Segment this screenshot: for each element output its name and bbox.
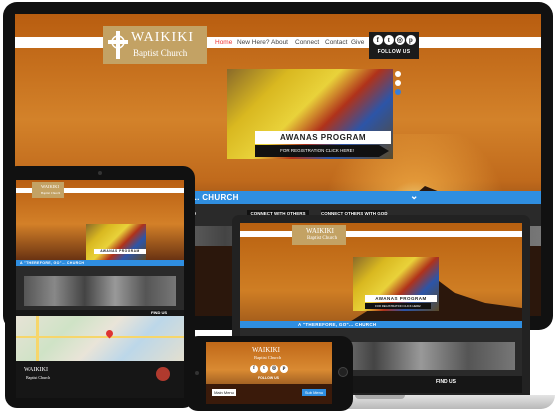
sub-menu-button[interactable]: Sub Menu	[302, 389, 326, 396]
phone-follow-us: FOLLOW US	[258, 376, 279, 380]
map-road	[36, 316, 39, 361]
laptop-notch	[355, 395, 405, 399]
nav-about[interactable]: About	[271, 39, 288, 46]
tablet-find-us[interactable]: FIND US	[151, 310, 167, 315]
tablet: WAIKIKI Baptist Church AWANAS PROGRAM A …	[5, 166, 195, 408]
laptop-hero-subtitle[interactable]: FOR REGISTRATION CLICK HERE!	[365, 303, 431, 309]
phone-brand-bottom: Baptist Church	[254, 355, 282, 360]
slider-dot-1[interactable]	[395, 71, 401, 77]
brand-name-top: WAIKIKI	[131, 30, 194, 45]
tablet-footer: WAIKIKI Baptist Church	[16, 361, 184, 398]
hero-banner-image[interactable]: AWANAS PROGRAM FOR REGISTRATION CLICK HE…	[227, 69, 393, 159]
twitter-icon[interactable]: t	[384, 35, 394, 45]
hero-title[interactable]: AWANAS PROGRAM	[255, 131, 391, 144]
phone: WAIKIKI Baptist Church f t ◎ p FOLLOW US…	[186, 336, 353, 411]
tablet-camera	[98, 171, 102, 175]
follow-us-block: f t ◎ p FOLLOW US	[369, 32, 419, 59]
phone-brand-logo[interactable]: WAIKIKI Baptist Church	[244, 346, 294, 366]
laptop-brand-bottom: Baptist Church	[307, 236, 338, 241]
phone-home-button[interactable]	[338, 367, 348, 377]
main-menu-button[interactable]: Main Menu	[212, 389, 236, 396]
tablet-hero-title[interactable]: AWANAS PROGRAM	[94, 249, 146, 254]
slider-dot-2[interactable]	[395, 80, 401, 86]
tablet-footer-brand: WAIKIKI	[24, 367, 48, 373]
tablet-brand-logo[interactable]: WAIKIKI Baptist Church	[32, 182, 64, 198]
cross-logo-icon	[108, 31, 128, 59]
desktop-brand-logo[interactable]: WAIKIKI Baptist Church	[103, 26, 207, 64]
nav-new-here[interactable]: New Here?	[237, 39, 270, 46]
tablet-map[interactable]	[16, 316, 184, 361]
footer-badge-icon	[156, 367, 170, 381]
instagram-icon[interactable]: ◎	[395, 35, 405, 45]
facebook-icon[interactable]: f	[373, 35, 383, 45]
nav-home[interactable]: Home	[215, 39, 232, 46]
pinterest-icon[interactable]: p	[280, 365, 288, 373]
laptop-hero-image[interactable]: AWANAS PROGRAM FOR REGISTRATION CLICK HE…	[353, 257, 439, 311]
phone-camera	[195, 371, 199, 375]
chevron-down-icon[interactable]: ⌄	[410, 190, 419, 203]
tablet-columns-band	[16, 266, 184, 310]
hero-arrow-icon	[379, 145, 389, 157]
laptop-brand-top: WAIKIKI	[306, 227, 334, 235]
twitter-icon[interactable]: t	[260, 365, 268, 373]
tablet-brand-top: WAIKIKI	[41, 184, 59, 189]
tablet-footer-brand-sub: Baptist Church	[26, 375, 51, 380]
laptop-brand-logo[interactable]: WAIKIKI Baptist Church	[292, 225, 346, 245]
laptop-section-bar: A "THEREFORE, GO"... CHURCH	[240, 321, 522, 328]
slider-dot-3[interactable]	[395, 89, 401, 95]
laptop-nav-strip	[240, 231, 522, 237]
nav-contact[interactable]: Contact	[325, 39, 347, 46]
hero-subtitle[interactable]: FOR REGISTRATION CLICK HERE!	[255, 145, 379, 157]
brand-name-bottom: Baptist Church	[133, 48, 188, 58]
phone-screen: WAIKIKI Baptist Church f t ◎ p FOLLOW US…	[206, 342, 332, 404]
tablet-screen: WAIKIKI Baptist Church AWANAS PROGRAM A …	[16, 180, 184, 398]
instagram-icon[interactable]: ◎	[270, 365, 278, 373]
tablet-section-title: A "THEREFORE, GO"... CHURCH	[20, 261, 85, 265]
tablet-brand-bottom: Baptist Church	[41, 191, 61, 195]
phone-brand-top: WAIKIKI	[252, 346, 280, 354]
phone-social-row: f t ◎ p	[248, 365, 292, 376]
nav-connect[interactable]: Connect	[295, 39, 319, 46]
nav-give[interactable]: Give	[351, 39, 364, 46]
facebook-icon[interactable]: f	[250, 365, 258, 373]
tablet-photo-strip	[24, 276, 176, 306]
pinterest-icon[interactable]: p	[406, 35, 416, 45]
tablet-hero-image[interactable]: AWANAS PROGRAM	[86, 224, 146, 260]
follow-us-label: FOLLOW US	[377, 49, 411, 55]
device-mockup-showcase: WAIKIKI Baptist Church Home New Here? Ab…	[0, 0, 555, 420]
laptop-section-title: A "THEREFORE, GO"... CHURCH	[298, 322, 377, 327]
laptop-find-us[interactable]: FIND US	[436, 379, 456, 385]
map-road	[16, 336, 184, 338]
laptop-hero-title[interactable]: AWANAS PROGRAM	[365, 295, 437, 302]
